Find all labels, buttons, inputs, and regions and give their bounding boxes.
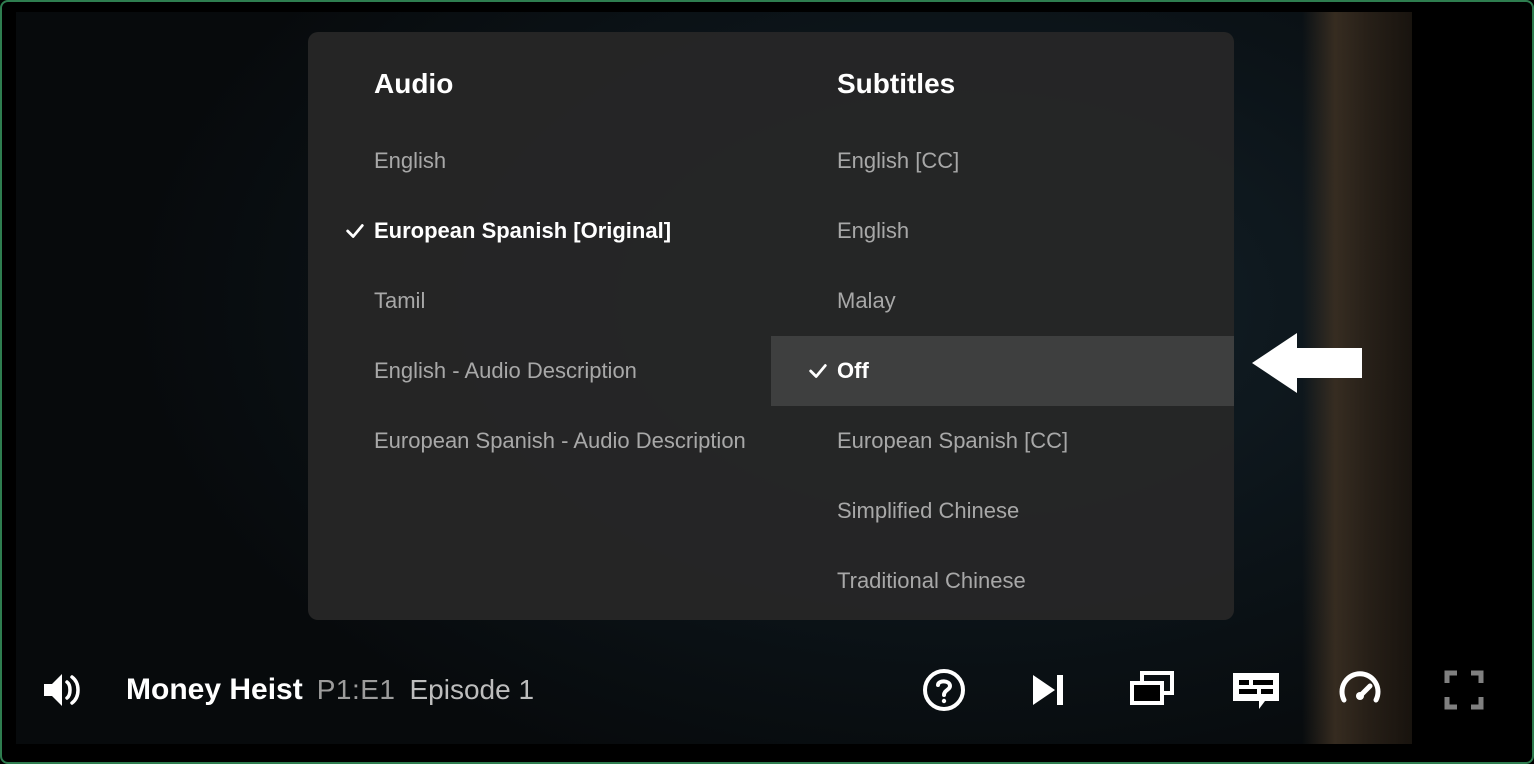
subtitles-column: Subtitles English [CC] English Malay Off Eur… (771, 56, 1234, 620)
subtitle-option-label: European Spanish [CC] (837, 428, 1068, 454)
video-pillarbox-black (1412, 12, 1518, 744)
audio-option-label: European Spanish - Audio Description (374, 428, 746, 454)
audio-option[interactable]: Tamil (308, 266, 771, 336)
check-icon (336, 220, 374, 242)
audio-header: Audio (308, 56, 771, 126)
episode-code: P1:E1 (317, 674, 396, 706)
subtitle-option[interactable]: Traditional Chinese (771, 546, 1234, 616)
title-block: Money Heist P1:E1 Episode 1 (126, 673, 534, 707)
volume-icon (38, 666, 86, 714)
player-frame: Audio English European Spanish [Original]… (0, 0, 1534, 764)
subtitles-icon (1229, 667, 1283, 713)
audio-option-label: English (374, 148, 446, 174)
next-episode-icon (1025, 667, 1071, 713)
subtitle-option[interactable]: English (771, 196, 1234, 266)
show-title: Money Heist (126, 673, 303, 707)
audio-column: Audio English European Spanish [Original]… (308, 56, 771, 620)
next-episode-button[interactable] (1018, 660, 1078, 720)
help-button[interactable] (914, 660, 974, 720)
help-icon (921, 667, 967, 713)
fullscreen-icon (1441, 667, 1487, 713)
playback-speed-button[interactable] (1330, 660, 1390, 720)
player-controls: Money Heist P1:E1 Episode 1 (32, 660, 1502, 720)
subtitle-option[interactable]: European Spanish [CC] (771, 406, 1234, 476)
video-pillarbox-texture (1302, 12, 1412, 744)
audio-option-label: European Spanish [Original] (374, 218, 671, 244)
subtitles-options: English [CC] English Malay Off European Span… (771, 126, 1234, 616)
episodes-icon (1126, 667, 1178, 713)
audio-subtitles-popup: Audio English European Spanish [Original]… (308, 32, 1234, 620)
episodes-button[interactable] (1122, 660, 1182, 720)
subtitles-header: Subtitles (771, 56, 1234, 126)
audio-options: English European Spanish [Original] Tamil E… (308, 126, 771, 476)
audio-option-label: Tamil (374, 288, 425, 314)
audio-option[interactable]: English - Audio Description (308, 336, 771, 406)
fullscreen-button[interactable] (1434, 660, 1494, 720)
subtitle-option[interactable]: Simplified Chinese (771, 476, 1234, 546)
subtitles-button[interactable] (1226, 660, 1286, 720)
subtitle-option-label: Traditional Chinese (837, 568, 1026, 594)
volume-button[interactable] (32, 660, 92, 720)
subtitle-option[interactable]: English [CC] (771, 126, 1234, 196)
audio-option[interactable]: European Spanish [Original] (308, 196, 771, 266)
right-controls (914, 660, 1494, 720)
episode-name: Episode 1 (410, 674, 535, 706)
subtitle-option-label: Malay (837, 288, 896, 314)
audio-option-label: English - Audio Description (374, 358, 637, 384)
subtitle-option-label: English [CC] (837, 148, 959, 174)
subtitle-option-label: Simplified Chinese (837, 498, 1019, 524)
audio-option[interactable]: European Spanish - Audio Description (308, 406, 771, 476)
subtitle-option[interactable]: Malay (771, 266, 1234, 336)
speedometer-icon (1336, 666, 1384, 714)
subtitle-option-label: Off (837, 358, 869, 384)
subtitle-option[interactable]: Off (771, 336, 1234, 406)
check-icon (799, 360, 837, 382)
subtitle-option-label: English (837, 218, 909, 244)
audio-option[interactable]: English (308, 126, 771, 196)
